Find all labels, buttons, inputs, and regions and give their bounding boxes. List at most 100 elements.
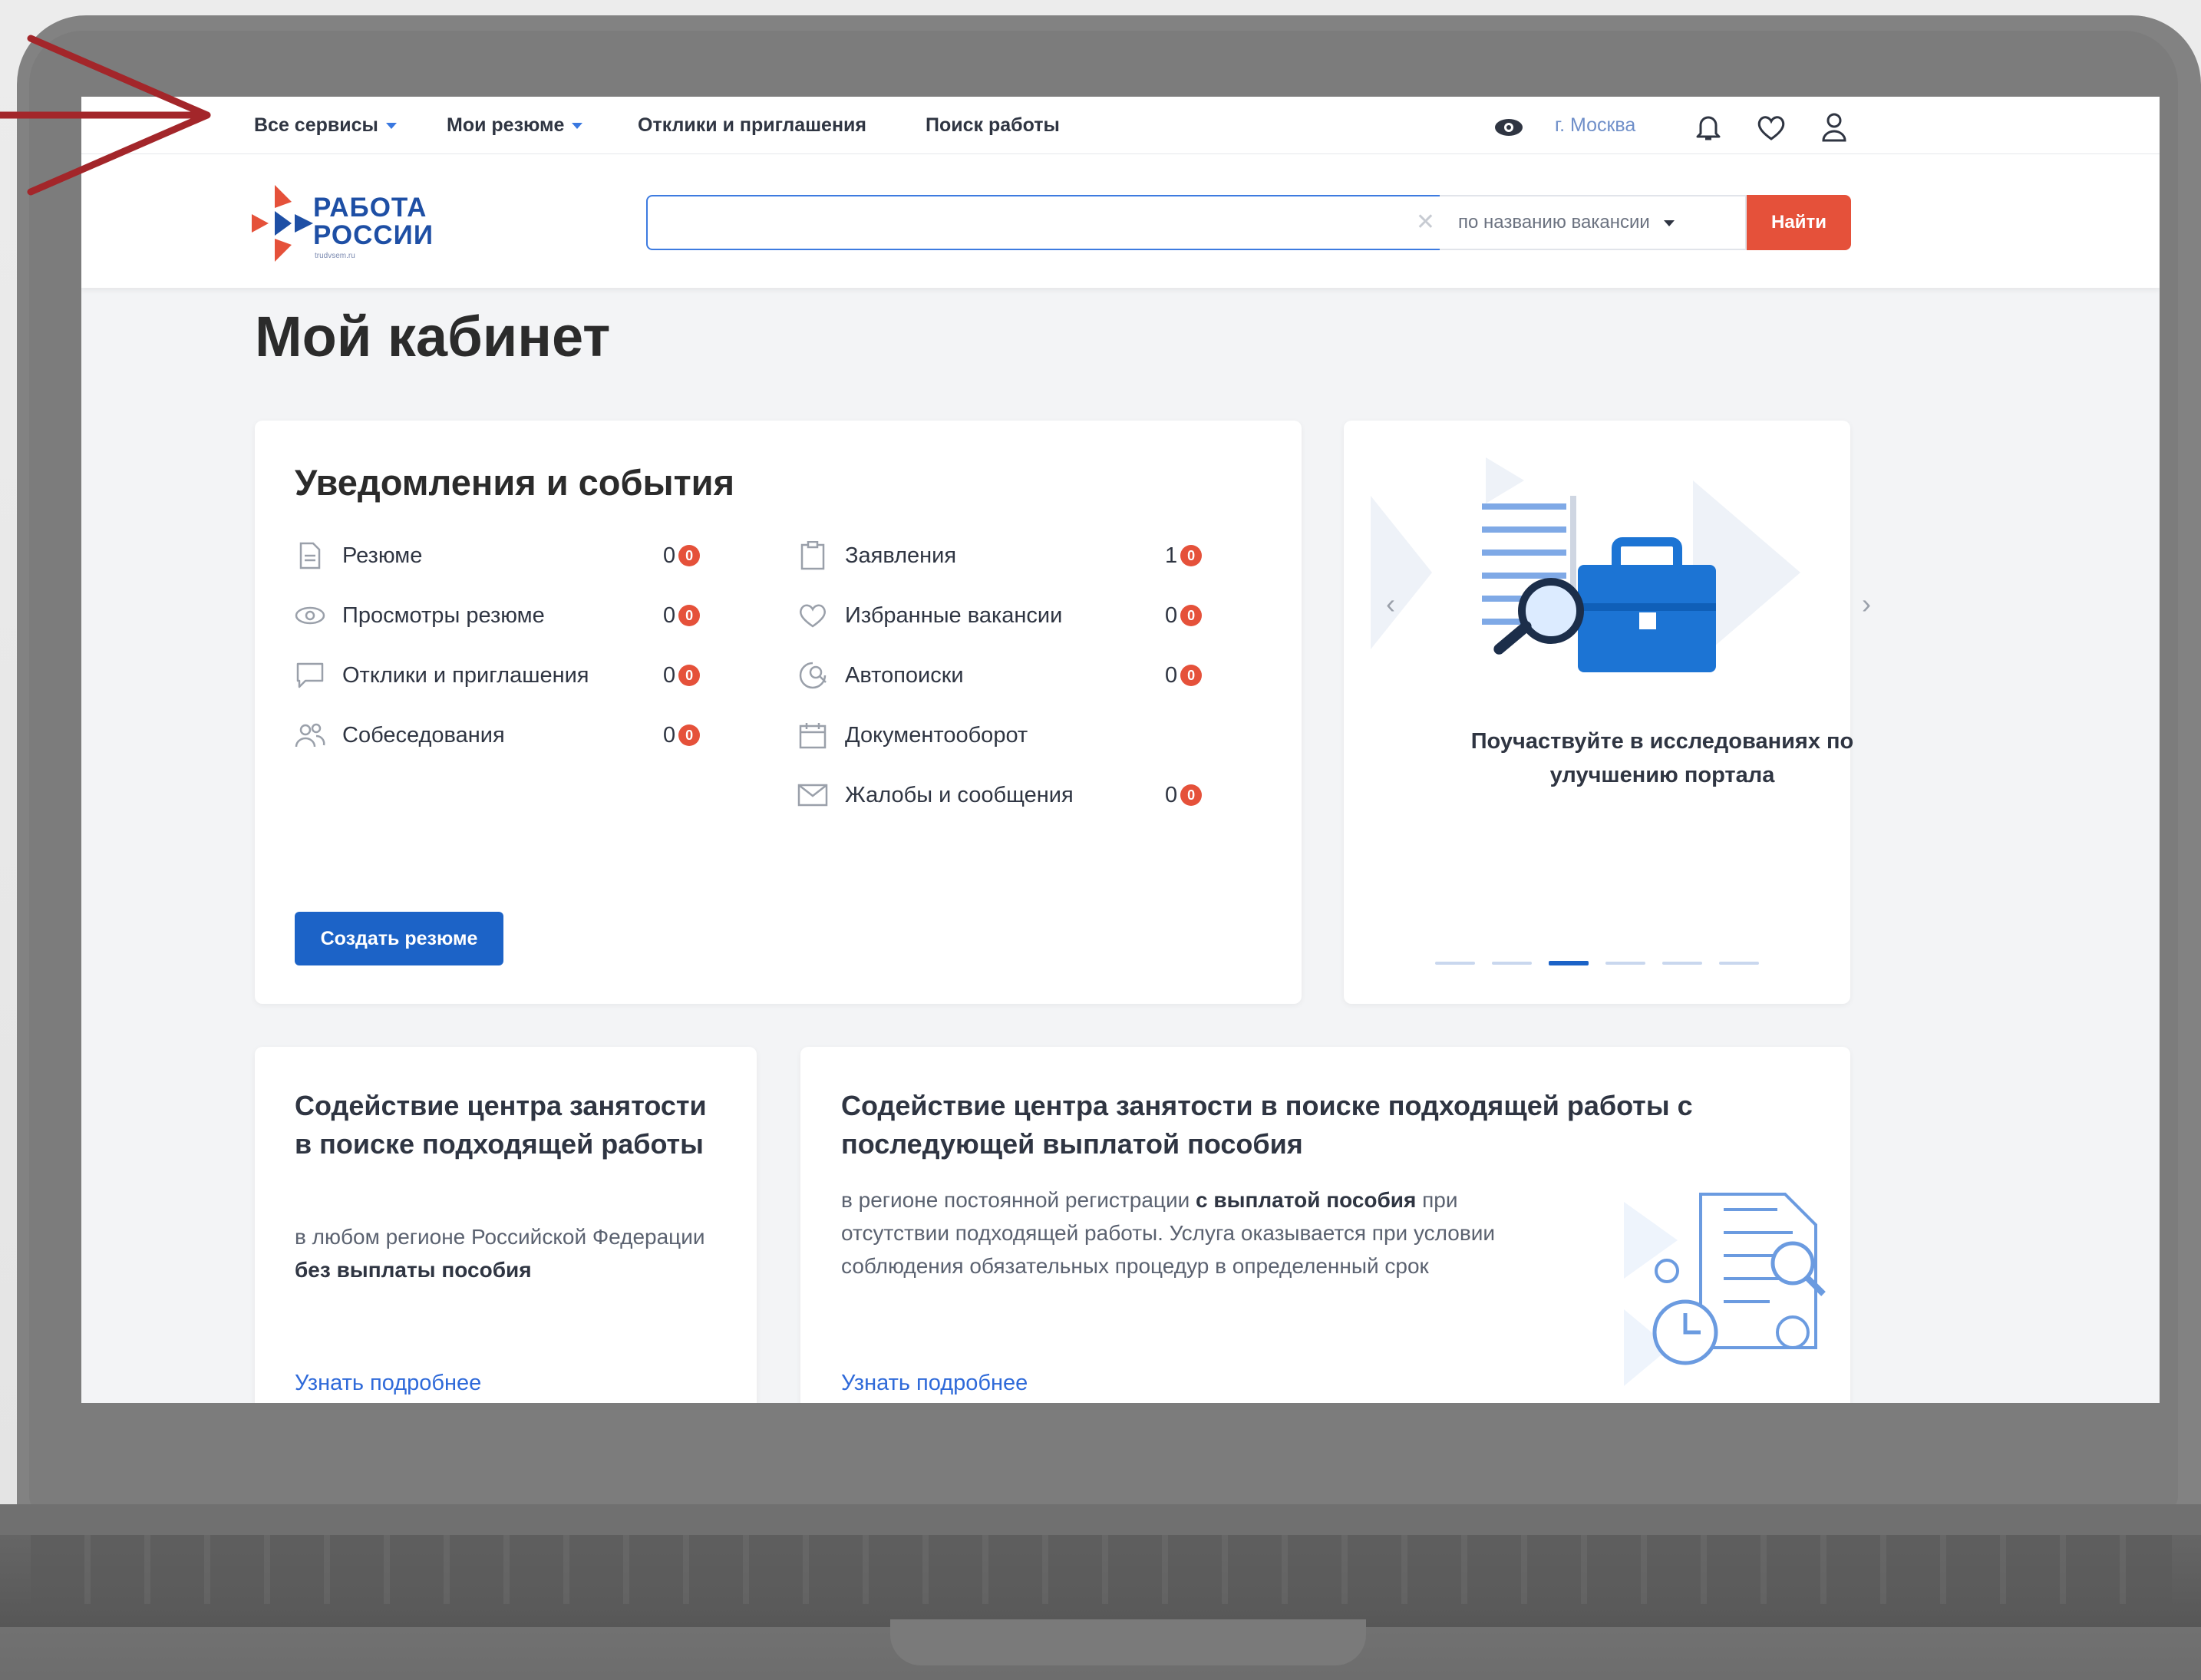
autosearch-icon: [797, 660, 828, 691]
nav-all-services-label: Все сервисы: [254, 114, 378, 136]
service-2-description: в регионе постоянной регистрации с выпла…: [841, 1183, 1547, 1282]
promo-text[interactable]: Поучаствуйте в исследованиях по улучшени…: [1417, 724, 1908, 792]
notif-label: Заявления: [845, 543, 957, 568]
nav-my-resumes[interactable]: Мои резюме: [447, 97, 583, 153]
service-2-title: Содействие центра занятости в поиске под…: [841, 1090, 1693, 1160]
screen: Все сервисы Мои резюме Отклики и приглаш…: [81, 97, 2160, 1403]
clipboard-icon: [797, 540, 828, 571]
notif-item-resume-views[interactable]: Просмотры резюме: [295, 600, 545, 631]
chevron-right-icon[interactable]: ›: [1862, 588, 1871, 620]
nav-my-resumes-label: Мои резюме: [447, 114, 565, 136]
search-type-label: по названию вакансии: [1458, 212, 1650, 233]
document-icon: [295, 540, 325, 571]
notif-label: Просмотры резюме: [342, 602, 545, 628]
notif-count: 00: [663, 600, 701, 631]
heart-icon: [797, 600, 828, 631]
notif-count: 00: [663, 540, 701, 571]
slider-dot[interactable]: [1435, 962, 1475, 965]
service-1-desc-bold: без выплаты пособия: [295, 1258, 532, 1282]
notif-badge: 0: [678, 605, 701, 626]
notif-item-interviews[interactable]: Собеседования: [295, 720, 505, 751]
chevron-down-icon: [1663, 219, 1675, 226]
notif-count-value: 0: [1165, 662, 1178, 688]
calendar-icon: [797, 720, 828, 751]
notif-label: Избранные вакансии: [845, 602, 1063, 628]
notif-count-value: 0: [1165, 602, 1178, 628]
notif-count: 10: [1165, 540, 1203, 571]
service-1-learn-more-link[interactable]: Узнать подробнее: [295, 1371, 481, 1396]
chevron-down-icon: [385, 123, 397, 130]
notif-count-value: 0: [663, 602, 676, 628]
service-2-learn-more-link[interactable]: Узнать подробнее: [841, 1371, 1028, 1396]
logo-mark-icon: [252, 185, 313, 262]
notif-badge: 0: [678, 724, 701, 746]
notif-item-favorites[interactable]: Избранные вакансии: [797, 600, 1062, 631]
notif-label: Жалобы и сообщения: [845, 782, 1074, 807]
city-selector[interactable]: г. Москва: [1555, 97, 1635, 153]
documents-illustration: [1624, 1193, 1826, 1386]
slider-dot[interactable]: [1605, 962, 1645, 965]
annotation-arrow-icon: [0, 35, 211, 196]
notif-label: Автопоиски: [845, 662, 964, 688]
notif-count: 00: [663, 660, 701, 691]
notif-item-responses[interactable]: Отклики и приглашения: [295, 660, 589, 691]
laptop-keyboard: [31, 1535, 2172, 1604]
notif-count-value: 0: [663, 543, 676, 568]
research-illustration: [1371, 457, 1800, 672]
slider-dot-active[interactable]: [1549, 961, 1589, 965]
chevron-left-icon[interactable]: ‹: [1386, 588, 1395, 620]
notif-badge: 0: [1180, 545, 1203, 566]
notif-count-value: 0: [663, 662, 676, 688]
close-icon[interactable]: ✕: [1416, 210, 1435, 235]
find-button[interactable]: Найти: [1747, 195, 1851, 250]
notif-count-value: 1: [1165, 543, 1178, 568]
search-type-select[interactable]: по названию вакансии: [1440, 195, 1747, 250]
accessibility-eye-icon[interactable]: [1493, 112, 1524, 143]
laptop-trackpad-notch: [890, 1619, 1366, 1665]
slider-dot[interactable]: [1662, 962, 1702, 965]
notif-count: 00: [663, 720, 701, 751]
notif-item-resume[interactable]: Резюме: [295, 540, 422, 571]
notif-label: Отклики и приглашения: [342, 662, 589, 688]
notif-badge: 0: [678, 665, 701, 686]
logo-line2: РОССИИ: [313, 220, 434, 250]
site-header: РАБОТА РОССИИ trudvsem.ru ✕ по названию …: [81, 154, 2160, 288]
notif-item-documents[interactable]: Документооборот: [797, 720, 1028, 751]
notif-item-complaints[interactable]: Жалобы и сообщения: [797, 780, 1074, 810]
service-2-desc-text: в регионе постоянной регистрации: [841, 1188, 1196, 1212]
chevron-down-icon: [572, 123, 583, 130]
notif-badge: 0: [1180, 784, 1203, 806]
user-icon[interactable]: [1819, 112, 1850, 143]
search-input[interactable]: ✕: [646, 195, 1455, 250]
logo-subtitle: trudvsem.ru: [315, 252, 355, 260]
notifications-title: Уведомления и события: [295, 462, 734, 503]
eye-icon: [295, 600, 325, 631]
people-icon: [295, 720, 325, 751]
service-1-description: в любом регионе Российской Федерации без…: [295, 1220, 724, 1286]
chat-icon: [295, 660, 325, 691]
service-2-desc-bold: с выплатой пособия: [1196, 1188, 1417, 1212]
logo-text: РАБОТА РОССИИ: [313, 194, 434, 249]
nav-all-services[interactable]: Все сервисы: [254, 97, 397, 153]
service-1-title: Содействие центра занятости в поиске под…: [295, 1090, 707, 1160]
create-resume-button[interactable]: Создать резюме: [295, 912, 503, 965]
service-1-desc-text: в любом регионе Российской Федерации: [295, 1225, 705, 1249]
logo-line1: РАБОТА: [313, 193, 427, 223]
slider-dot[interactable]: [1719, 962, 1759, 965]
heart-icon[interactable]: [1756, 112, 1787, 143]
bell-icon[interactable]: [1693, 112, 1724, 143]
notif-item-autosearches[interactable]: Автопоиски: [797, 660, 964, 691]
laptop-hinge: [0, 1504, 2201, 1535]
notif-label: Документооборот: [845, 722, 1028, 748]
nav-job-search[interactable]: Поиск работы: [926, 97, 1060, 153]
notif-count-value: 0: [663, 722, 676, 748]
notif-item-applications[interactable]: Заявления: [797, 540, 956, 571]
notif-badge: 0: [1180, 605, 1203, 626]
slider-dot[interactable]: [1492, 962, 1532, 965]
envelope-icon: [797, 780, 828, 810]
notif-badge: 0: [678, 545, 701, 566]
notif-label: Резюме: [342, 543, 423, 568]
notif-count-value: 0: [1165, 782, 1178, 807]
nav-responses[interactable]: Отклики и приглашения: [638, 97, 866, 153]
logo[interactable]: РАБОТА РОССИИ trudvsem.ru: [252, 185, 451, 262]
